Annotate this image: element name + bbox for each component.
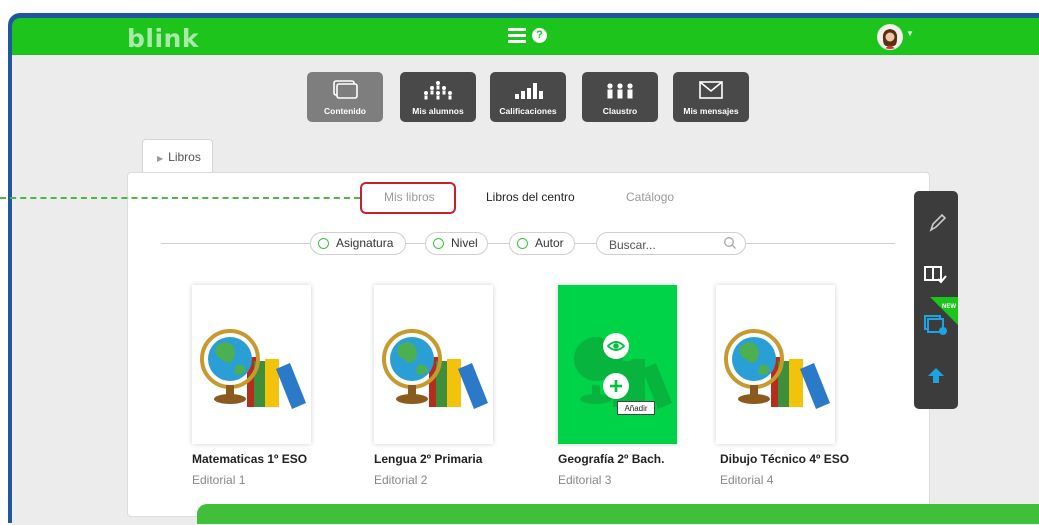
add-book-button[interactable] — [603, 373, 629, 399]
nav-calificaciones-button[interactable]: Calificaciones — [490, 72, 566, 122]
tab-libros-del-centro[interactable]: Libros del centro — [486, 190, 575, 204]
book-publisher: Editorial 3 — [558, 473, 612, 487]
chevron-down-icon[interactable]: ▼ — [906, 29, 914, 38]
filter-label: Nivel — [451, 236, 478, 250]
search-icon[interactable] — [723, 236, 737, 250]
filter-label: Autor — [535, 236, 564, 250]
callout-dashed-line — [0, 197, 360, 199]
help-icon[interactable]: ? — [532, 28, 547, 43]
eye-icon — [606, 341, 626, 351]
nav-label: Mis alumnos — [412, 106, 464, 116]
radio-icon — [433, 238, 444, 249]
book-publisher: Editorial 2 — [374, 473, 428, 487]
search-input[interactable] — [607, 236, 721, 253]
globe-books-icon — [574, 337, 672, 409]
tooltip: Añadir — [617, 401, 655, 415]
envelope-icon — [699, 81, 723, 99]
book-publisher: Editorial 1 — [192, 473, 246, 487]
book-title[interactable]: Dibujo Técnico 4º ESO — [720, 452, 849, 466]
avatar[interactable] — [877, 24, 903, 50]
nav-label: Calificaciones — [499, 106, 557, 116]
highlight-box — [360, 182, 456, 214]
filter-asignatura[interactable]: Asignatura — [310, 232, 406, 255]
globe-books-icon — [200, 329, 306, 409]
globe-books-icon — [724, 329, 830, 409]
book-card[interactable] — [374, 285, 493, 444]
arrow-up-icon[interactable] — [914, 361, 958, 391]
students-icon — [424, 81, 452, 100]
radio-icon — [318, 238, 329, 249]
book-publisher: Editorial 4 — [720, 473, 774, 487]
breadcrumb-tab[interactable]: ▶ Libros — [142, 139, 213, 175]
book-title[interactable]: Lengua 2º Primaria — [374, 452, 482, 466]
nav-label: Claustro — [602, 106, 638, 116]
filter-autor[interactable]: Autor — [509, 232, 575, 255]
new-badge: NEW — [930, 297, 958, 325]
bottom-banner — [197, 504, 1039, 524]
globe-books-icon — [382, 329, 488, 409]
radio-icon — [517, 238, 528, 249]
nav-label: Mis mensajes — [683, 106, 739, 116]
filter-label: Asignatura — [336, 236, 394, 250]
menu-icon[interactable] — [508, 28, 526, 44]
tab-catalogo[interactable]: Catálogo — [626, 190, 674, 204]
book-title[interactable]: Matematicas 1º ESO — [192, 452, 307, 466]
staff-icon — [607, 83, 633, 99]
bar-chart-icon — [515, 83, 543, 99]
nav-claustro-button[interactable]: Claustro — [582, 72, 658, 122]
pencil-icon[interactable] — [914, 208, 958, 238]
book-card[interactable] — [192, 285, 311, 444]
plus-icon — [610, 380, 622, 392]
caret-right-icon: ▶ — [157, 154, 164, 163]
book-check-icon[interactable] — [914, 259, 958, 289]
nav-contenido-button[interactable]: Contenido — [307, 72, 383, 122]
nav-label: Contenido — [323, 106, 367, 116]
book-title[interactable]: Geografía 2º Bach. — [558, 452, 664, 466]
nav-mis-alumnos-button[interactable]: Mis alumnos — [400, 72, 476, 122]
filter-nivel[interactable]: Nivel — [425, 232, 488, 255]
tab-label: Libros — [168, 150, 201, 164]
nav-mis-mensajes-button[interactable]: Mis mensajes — [673, 72, 749, 122]
screens-icon — [333, 80, 358, 99]
book-card[interactable] — [716, 285, 835, 444]
new-badge-text: NEW — [942, 304, 956, 310]
app-logo[interactable]: blink — [127, 24, 199, 53]
book-card[interactable] — [558, 285, 677, 444]
preview-button[interactable] — [603, 333, 629, 359]
